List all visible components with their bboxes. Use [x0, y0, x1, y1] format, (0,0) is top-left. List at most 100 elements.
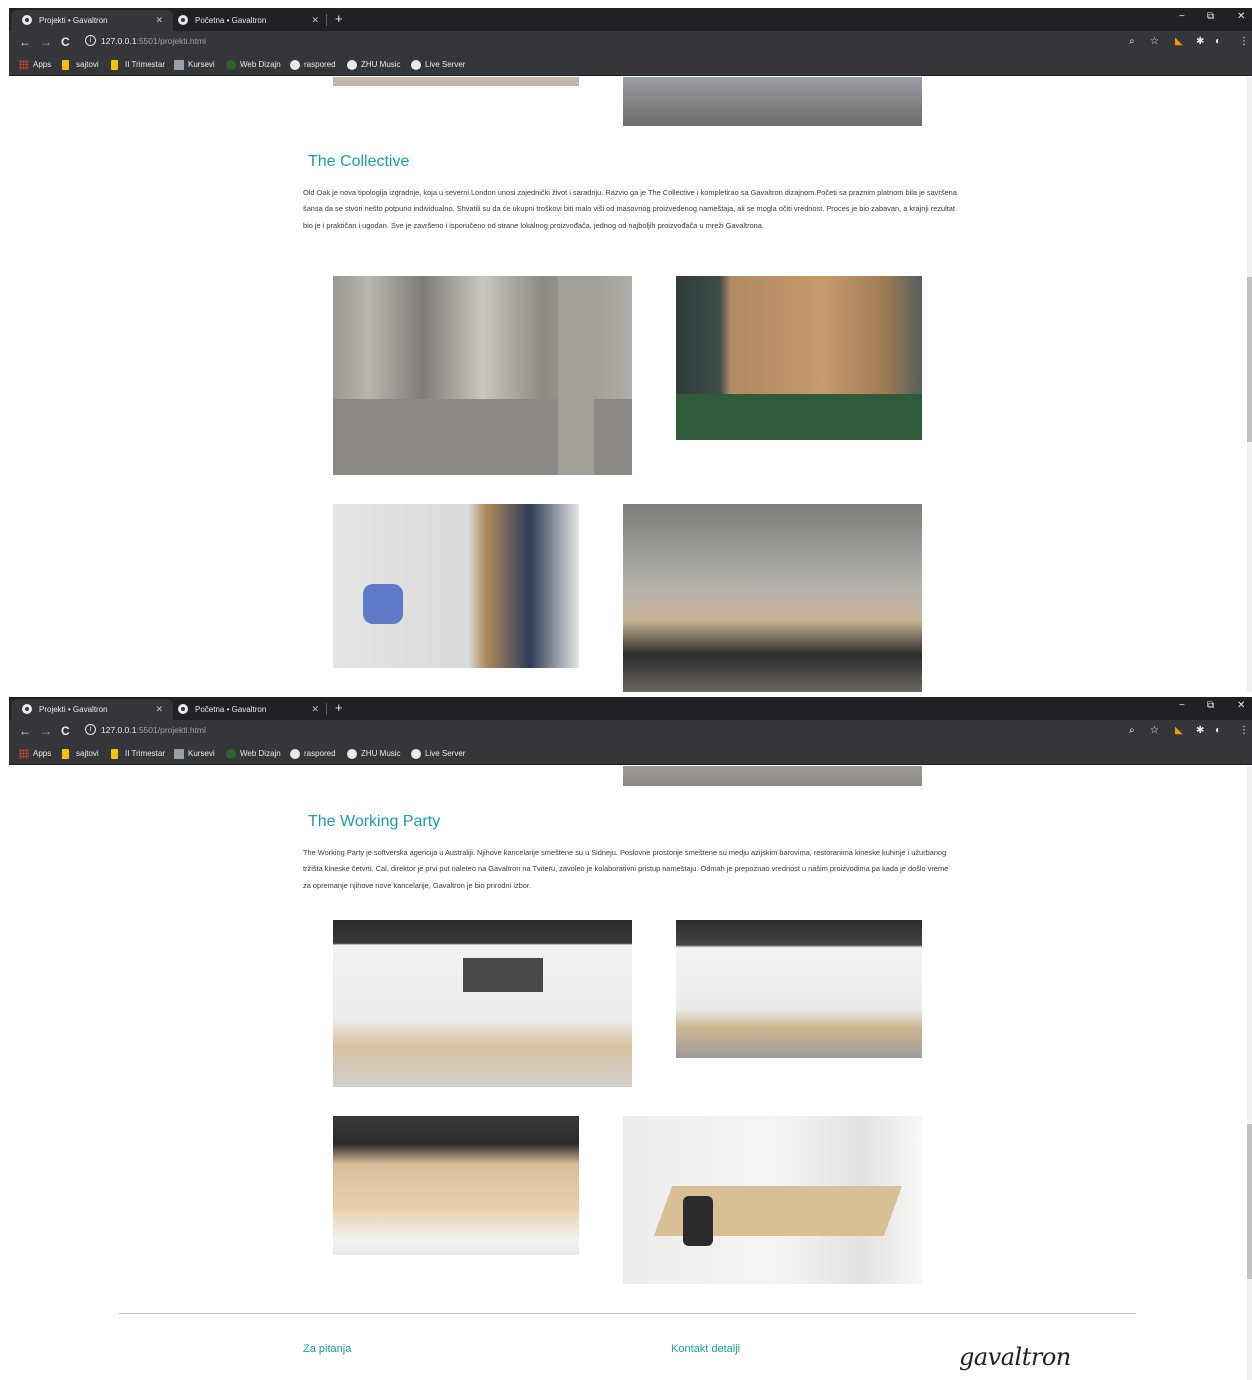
folder-icon	[111, 749, 118, 759]
globe-icon	[290, 60, 300, 70]
browser-toolbar: ← → C i 127.0.0.1:5501/projekti.html ⌕ ☆…	[9, 31, 1252, 55]
web-icon	[226, 749, 236, 759]
close-window-icon[interactable]: ✕	[1237, 11, 1245, 22]
globe-icon	[290, 749, 300, 759]
globe-icon	[347, 60, 357, 70]
page-scrollbar[interactable]	[1247, 77, 1252, 692]
globe-icon	[411, 60, 421, 70]
project-photo-working-party-3	[333, 1116, 579, 1255]
footer-brand-logo: gavaltron	[959, 1343, 1071, 1371]
back-icon[interactable]: ←	[19, 35, 31, 49]
forward-icon[interactable]: →	[40, 724, 52, 738]
apps-icon	[19, 60, 29, 70]
profile-avatar-icon[interactable]: ◐	[1215, 725, 1221, 737]
bookmark-apps[interactable]: Apps	[19, 59, 51, 71]
rss-icon[interactable]: ◣	[1175, 36, 1183, 48]
folder-icon	[62, 60, 69, 70]
browser-window-top: Projekti • Gavaltron ✕ Početna • Gavaltr…	[9, 8, 1252, 692]
section-title-collective: The Collective	[308, 153, 410, 170]
address-bar[interactable]: i 127.0.0.1:5501/projekti.html	[81, 34, 1161, 52]
folder-icon	[111, 60, 118, 70]
footer-divider	[119, 1313, 1136, 1314]
close-tab-icon[interactable]: ✕	[311, 10, 319, 31]
star-icon[interactable]: ☆	[1150, 36, 1159, 48]
project-photo-collective-3	[333, 504, 579, 668]
url-text: 127.0.0.1:5501/projekti.html	[101, 36, 206, 46]
minimize-icon[interactable]: −	[1179, 11, 1185, 22]
minimize-icon[interactable]: −	[1179, 700, 1185, 711]
tab-projekti[interactable]: Projekti • Gavaltron ✕	[11, 699, 173, 720]
project-photo-working-party-4	[623, 1116, 922, 1284]
favicon-icon	[178, 15, 188, 25]
project-photo-working-party-2	[676, 920, 922, 1058]
rss-icon[interactable]: ◣	[1175, 725, 1183, 737]
site-info-icon[interactable]: i	[85, 724, 96, 735]
favicon-icon	[178, 704, 188, 714]
extensions-icon[interactable]: ✱	[1196, 36, 1204, 48]
bookmark-sajtovi[interactable]: sajtovi	[62, 59, 99, 71]
bookmark-raspored[interactable]: raspored	[290, 748, 336, 760]
project-photo-collective-4	[623, 504, 922, 692]
browser-toolbar: ← → C i 127.0.0.1:5501/projekti.html ⌕ ☆…	[9, 720, 1252, 744]
zoom-icon[interactable]: ⌕	[1129, 36, 1135, 48]
maximize-icon[interactable]: ⧉	[1207, 11, 1214, 22]
book-icon	[174, 60, 184, 70]
bookmark-live-server[interactable]: Live Server	[411, 748, 465, 760]
zoom-icon[interactable]: ⌕	[1129, 725, 1135, 737]
bookmark-web-dizajn[interactable]: Web Dizajn	[226, 59, 281, 71]
forward-icon[interactable]: →	[40, 35, 52, 49]
footer-questions-heading: Za pitanja	[303, 1343, 352, 1355]
site-info-icon[interactable]: i	[85, 35, 96, 46]
new-tab-button[interactable]: +	[335, 11, 343, 26]
section-title-working-party: The Working Party	[308, 813, 441, 830]
web-icon	[226, 60, 236, 70]
bookmark-raspored[interactable]: raspored	[290, 59, 336, 71]
close-tab-icon[interactable]: ✕	[155, 699, 163, 720]
tab-pocetna[interactable]: Početna • Gavaltron ✕	[167, 699, 329, 720]
folder-icon	[62, 749, 69, 759]
back-icon[interactable]: ←	[19, 724, 31, 738]
bookmark-live-server[interactable]: Live Server	[411, 59, 465, 71]
bookmark-apps[interactable]: Apps	[19, 748, 51, 760]
tab-separator	[326, 703, 327, 715]
section-text-working-party: The Working Party je softverska agencija…	[303, 848, 949, 890]
bookmark-kursevi[interactable]: Kursevi	[174, 59, 215, 71]
footer-contact-heading: Kontakt detalji	[671, 1343, 741, 1355]
bookmark-ii-trimestar[interactable]: II Trimestar	[111, 748, 165, 760]
reload-icon[interactable]: C	[61, 724, 70, 738]
tab-projekti[interactable]: Projekti • Gavaltron ✕	[11, 10, 173, 31]
close-tab-icon[interactable]: ✕	[155, 10, 163, 31]
project-photo	[623, 766, 922, 786]
tab-separator	[326, 14, 327, 26]
close-window-icon[interactable]: ✕	[1237, 700, 1245, 711]
address-bar[interactable]: i 127.0.0.1:5501/projekti.html	[81, 723, 1161, 741]
project-photo	[333, 77, 579, 86]
bookmark-ii-trimestar[interactable]: II Trimestar	[111, 59, 165, 71]
page-content: The Working Party The Working Party je s…	[9, 766, 1252, 1380]
bookmark-zhu-music[interactable]: ZHU Music	[347, 748, 401, 760]
profile-avatar-icon[interactable]: ◐	[1215, 36, 1221, 48]
project-photo-working-party-1	[333, 920, 632, 1087]
project-photo-collective-1	[333, 276, 632, 475]
close-tab-icon[interactable]: ✕	[311, 699, 319, 720]
bookmark-web-dizajn[interactable]: Web Dizajn	[226, 748, 281, 760]
maximize-icon[interactable]: ⧉	[1207, 700, 1214, 711]
extensions-icon[interactable]: ✱	[1196, 725, 1204, 737]
apps-icon	[19, 749, 29, 759]
menu-icon[interactable]: ⋮	[1239, 36, 1249, 48]
bookmark-kursevi[interactable]: Kursevi	[174, 748, 215, 760]
bookmark-sajtovi[interactable]: sajtovi	[62, 748, 99, 760]
star-icon[interactable]: ☆	[1150, 725, 1159, 737]
scrollbar-thumb[interactable]	[1247, 277, 1252, 442]
scrollbar-thumb[interactable]	[1247, 1124, 1252, 1279]
project-photo	[623, 77, 922, 126]
bookmark-zhu-music[interactable]: ZHU Music	[347, 59, 401, 71]
browser-window-bottom: Projekti • Gavaltron ✕ Početna • Gavaltr…	[9, 697, 1252, 1380]
new-tab-button[interactable]: +	[335, 700, 343, 715]
page-scrollbar[interactable]	[1247, 766, 1252, 1380]
tab-strip: Projekti • Gavaltron ✕ Početna • Gavaltr…	[9, 697, 1252, 720]
tab-strip: Projekti • Gavaltron ✕ Početna • Gavaltr…	[9, 8, 1252, 31]
menu-icon[interactable]: ⋮	[1239, 725, 1249, 737]
tab-pocetna[interactable]: Početna • Gavaltron ✕	[167, 10, 329, 31]
reload-icon[interactable]: C	[61, 35, 70, 49]
